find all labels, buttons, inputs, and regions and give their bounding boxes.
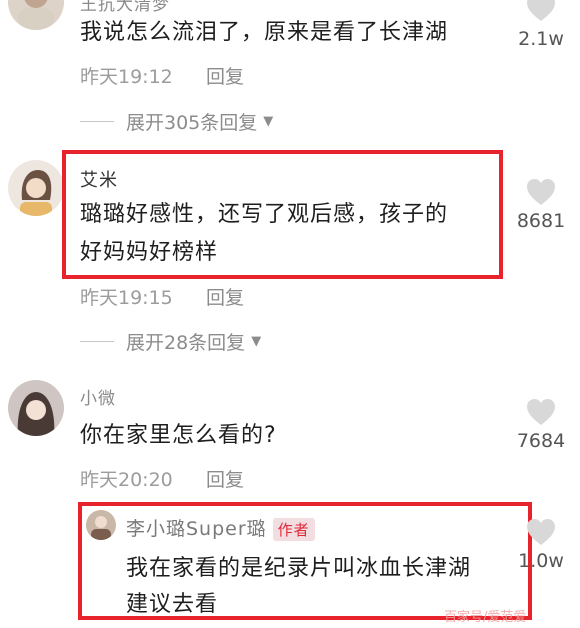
comment-time: 昨天19:15: [80, 287, 173, 309]
comment-time: 昨天20:20: [80, 469, 173, 491]
divider-line: [80, 121, 114, 122]
heart-icon[interactable]: [526, 398, 556, 426]
like-count: 1.0w: [518, 550, 564, 572]
heart-icon[interactable]: [526, 0, 556, 22]
like-count: 7684: [516, 430, 566, 452]
expand-replies-button[interactable]: 展开28条回复 ▼: [80, 328, 261, 355]
comment-text: 我说怎么流泪了，原来是看了长津湖: [80, 20, 449, 45]
comment-username[interactable]: 王抗大清梦: [80, 0, 170, 15]
avatar[interactable]: [8, 380, 64, 436]
expand-replies-label: 展开28条回复: [126, 332, 246, 354]
like-count: 8681: [516, 210, 566, 232]
highlight-box: [78, 502, 532, 620]
avatar[interactable]: [8, 0, 64, 30]
heart-icon[interactable]: [526, 178, 556, 206]
watermark: 百家号/爱范爱: [444, 610, 527, 625]
comment-time: 昨天19:12: [80, 66, 173, 88]
comment-username[interactable]: 小微: [80, 384, 116, 409]
divider-line: [80, 341, 114, 342]
avatar[interactable]: [8, 160, 64, 216]
like-count: 2.1w: [518, 28, 564, 50]
caret-down-icon: ▼: [263, 114, 274, 129]
heart-icon[interactable]: [526, 518, 556, 546]
reply-button[interactable]: 回复: [206, 465, 244, 492]
reply-button[interactable]: 回复: [206, 283, 244, 310]
expand-replies-button[interactable]: 展开305条回复 ▼: [80, 108, 273, 135]
reply-button[interactable]: 回复: [206, 62, 244, 89]
caret-down-icon: ▼: [251, 334, 262, 349]
comment-text: 你在家里怎么看的?: [80, 423, 277, 448]
expand-replies-label: 展开305条回复: [126, 112, 258, 134]
highlight-box: [62, 150, 503, 279]
